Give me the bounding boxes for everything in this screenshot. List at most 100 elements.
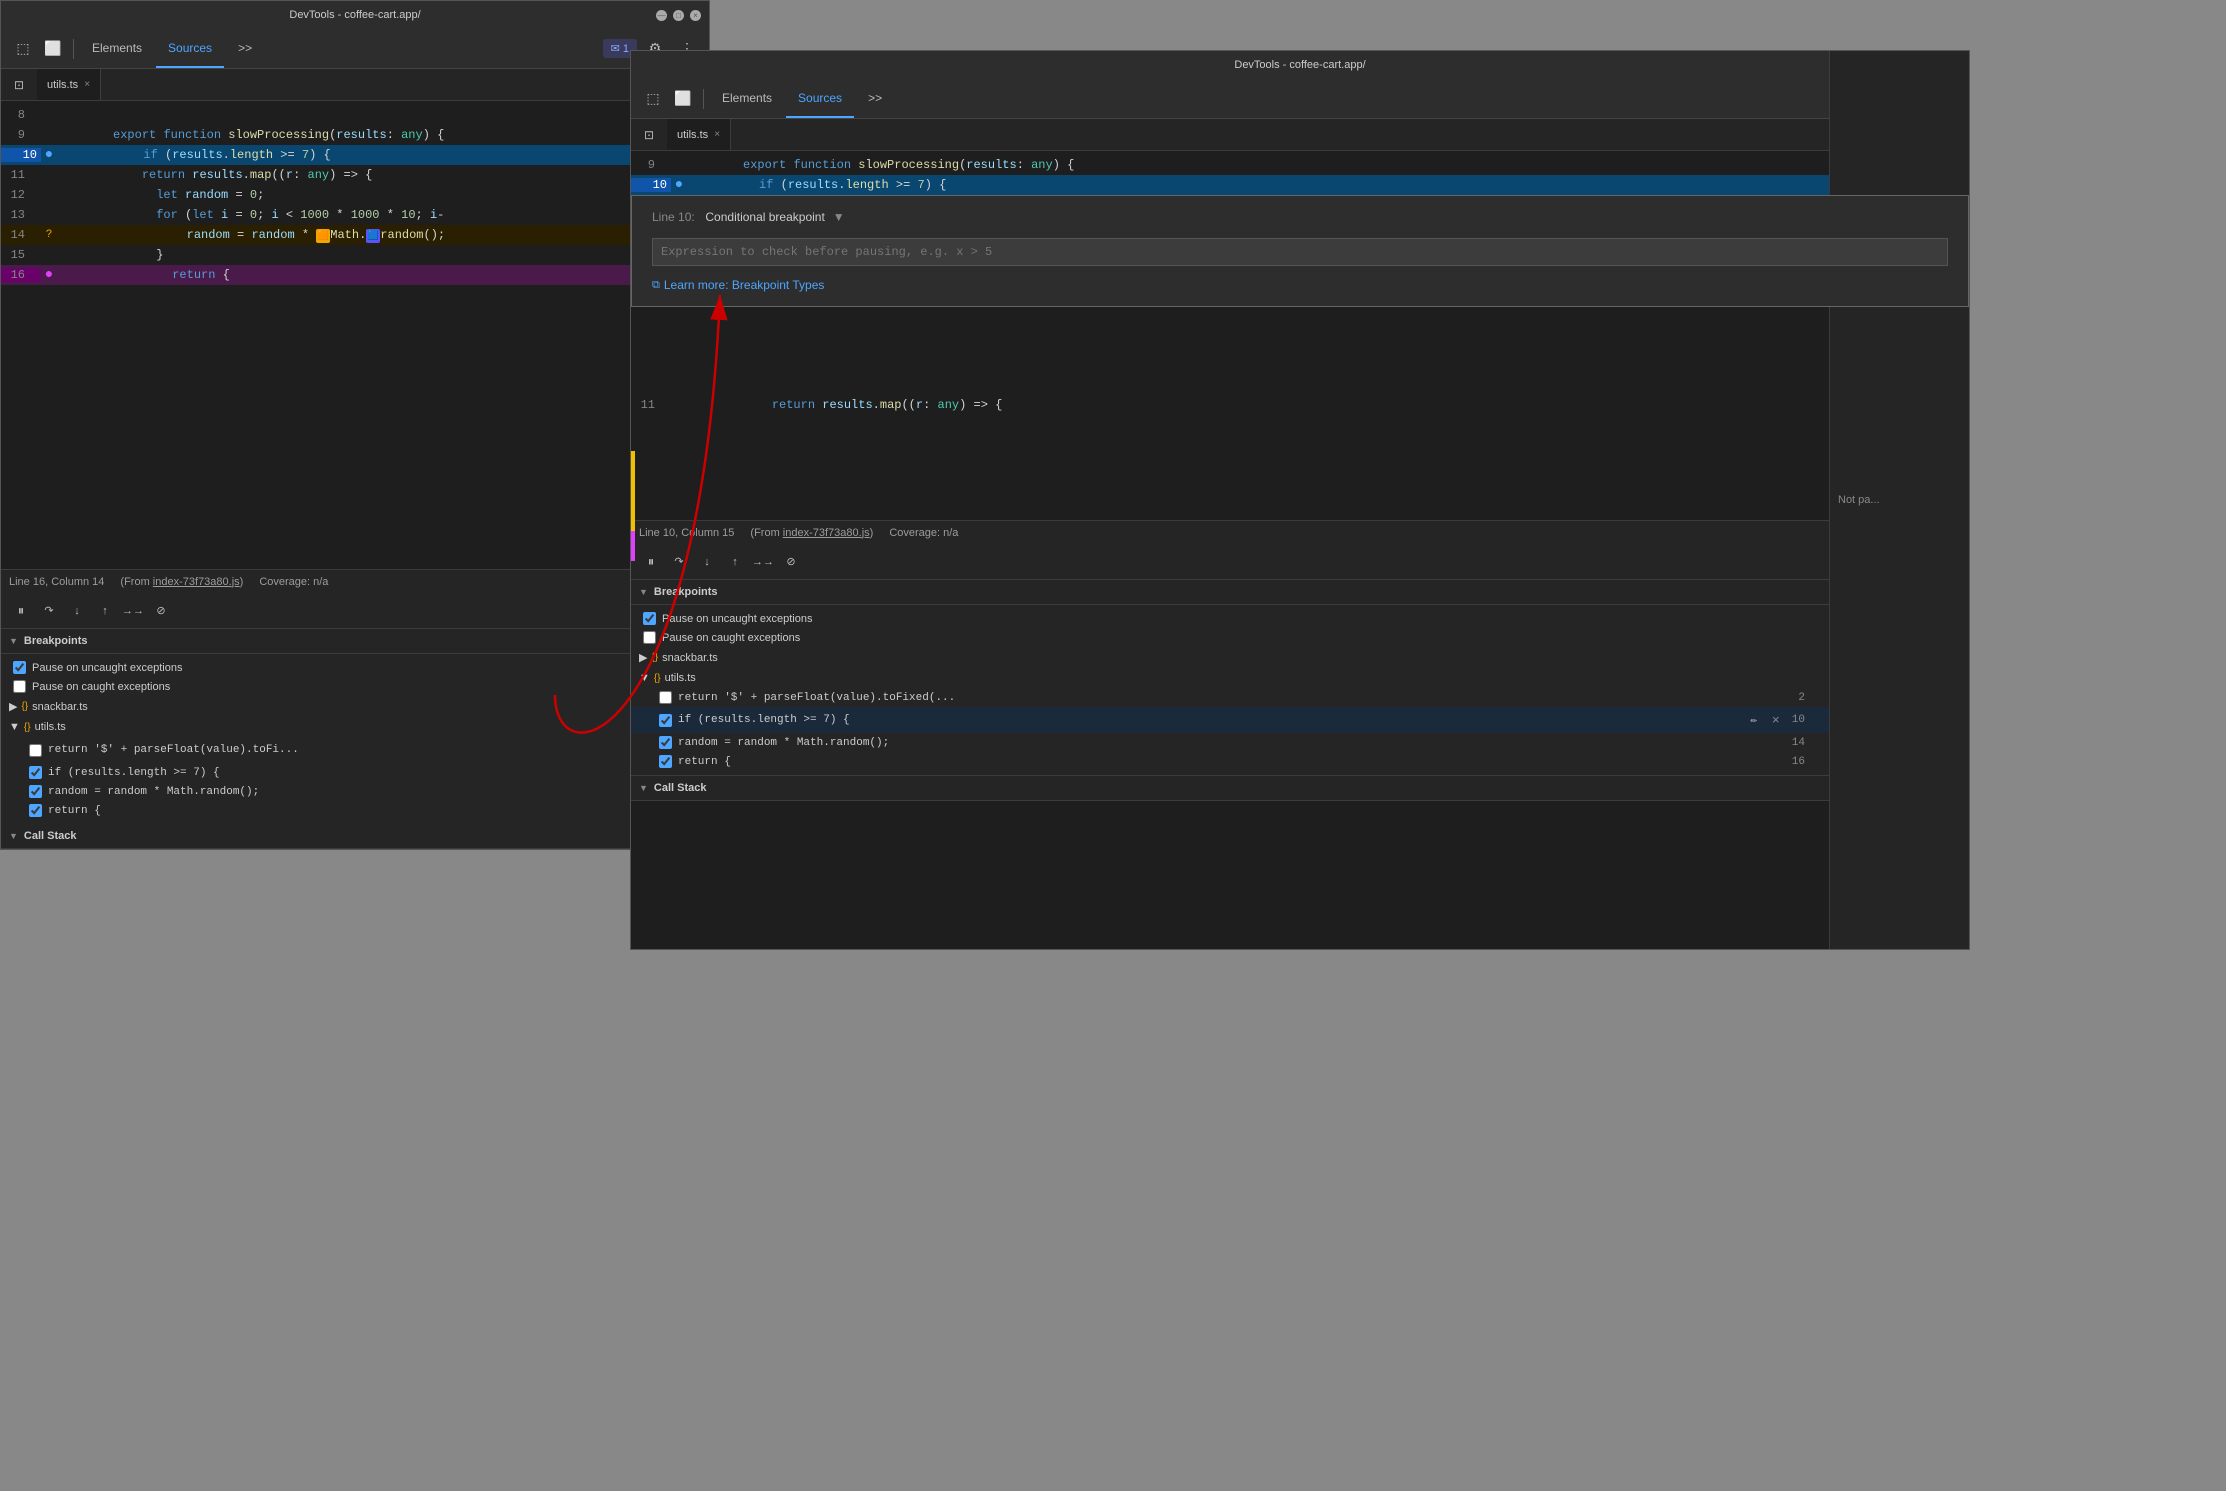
breakpoints-title-front: Breakpoints [654,586,718,598]
cursor-position-front: Line 10, Column 15 [639,527,734,539]
line-code-16: return { [57,254,230,296]
bp-item-2-back: if (results.length >= 7) { 10 [1,763,709,782]
file-group-snackbar-back[interactable]: ▶ {} snackbar.ts [1,696,709,717]
callstack-chevron-front: ▼ [639,783,648,793]
inspect-icon-back[interactable]: ⬚ [9,35,37,63]
minimize-btn-back[interactable]: — [656,10,667,21]
step-out-btn-back[interactable]: ↑ [93,599,117,623]
tab-sources-back[interactable]: Sources [156,29,224,68]
breakpoints-panel-back: ▼ Breakpoints Pause on uncaught exceptio… [1,629,709,824]
breakpoints-scroll-front[interactable]: ▼ Breakpoints Pause on uncaught exceptio… [631,580,1829,949]
file-group-snackbar-front[interactable]: ▶ {} snackbar.ts [631,647,1829,668]
bp-check-1-back[interactable] [29,744,42,757]
top-toolbar-front: ⬚ ⬜ Elements Sources >> ✉ 1 ⚙ ⋮ [631,79,1969,119]
pause-btn-front[interactable]: ⏸ [639,550,663,574]
pause-caught-check-back[interactable] [13,680,26,693]
bp-code-4-back: return { [48,805,101,817]
toolbar-sep1-front [703,89,704,109]
continue-btn-front[interactable]: →→ [751,550,775,574]
device-icon-back[interactable]: ⬜ [39,35,67,63]
bp-edit-btn-2-front[interactable]: ✏ [1744,710,1764,730]
line-num-8: 8 [1,108,41,122]
toolbar-sep1-back [73,39,74,59]
breakpoints-body-front: Pause on uncaught exceptions Pause on ca… [631,605,1829,775]
step-over-btn-back[interactable]: ↷ [37,599,61,623]
bp-item-1-back: return '$' + parseFloat(value).toFi... ✏… [1,737,709,763]
pause-uncaught-check-back[interactable] [13,661,26,674]
file-group-utils-back[interactable]: ▼ {} utils.ts [1,717,709,737]
utils-chevron-back: ▼ [9,721,20,733]
inspect-icon-front[interactable]: ⬚ [639,85,667,113]
pause-caught-row-front: Pause on caught exceptions [631,628,1829,647]
tab-sources-front[interactable]: Sources [786,79,854,118]
pause-caught-label-back: Pause on caught exceptions [32,681,170,693]
bp-check-4-back[interactable] [29,804,42,817]
no-stepping-btn-front[interactable]: ⊘ [779,550,803,574]
step-into-btn-back[interactable]: ↓ [65,599,89,623]
tab-elements-back[interactable]: Elements [80,29,154,68]
callstack-header-front[interactable]: ▼ Call Stack [631,776,1829,801]
step-out-btn-front[interactable]: ↑ [723,550,747,574]
close-file-tab-front[interactable]: × [714,129,720,140]
sidebar-toggle-back[interactable]: ⊡ [5,71,33,99]
coverage-front: Coverage: n/a [889,527,958,539]
step-over-btn-front[interactable]: ↷ [667,550,691,574]
bp-check-3-back[interactable] [29,785,42,798]
sidebar-toggle-front[interactable]: ⊡ [635,121,663,149]
code-line-10-front: 10 ● if (results.length >= 7) { [631,175,1969,195]
snackbar-filename-back: snackbar.ts [32,701,88,713]
bp-check-4-front[interactable] [659,755,672,768]
bp-check-2-front[interactable] [659,714,672,727]
utils-file-icon-back: {} [24,722,31,733]
callstack-header-back[interactable]: ▼ Call Stack [1,824,709,849]
learn-more-link[interactable]: Learn more: Breakpoint Types [664,278,825,292]
bp-check-3-front[interactable] [659,736,672,749]
tab-elements-front[interactable]: Elements [710,79,784,118]
snackbar-chevron-back: ▶ [9,700,17,713]
breakpoints-header-front[interactable]: ▼ Breakpoints [631,580,1829,605]
pause-caught-label-front: Pause on caught exceptions [662,632,800,644]
bp-num-2-front: 10 [1792,714,1805,726]
line-num-9-front: 9 [631,158,671,172]
callstack-title-back: Call Stack [24,830,77,842]
file-tab-utils-front[interactable]: utils.ts × [667,119,731,150]
right-panel-not-pa: Not pa... [1829,51,1969,949]
line-num-11: 11 [1,168,41,182]
pause-btn-back[interactable]: ⏸ [9,599,33,623]
source-link-back[interactable]: index-73f73a80.js [153,576,240,588]
popup-dropdown-icon[interactable]: ▼ [833,210,845,224]
bp-delete-btn-2-front[interactable]: × [1766,710,1786,730]
bp-code-2-front: if (results.length >= 7) { [678,714,1738,726]
pause-caught-check-front[interactable] [643,631,656,644]
source-link-front[interactable]: index-73f73a80.js [783,527,870,539]
bp-check-2-back[interactable] [29,766,42,779]
step-into-btn-front[interactable]: ↓ [695,550,719,574]
line-num-15: 15 [1,248,41,262]
breakpoints-header-back[interactable]: ▼ Breakpoints [1,629,709,654]
title-bar-front: DevTools - coffee-cart.app/ — □ × [631,51,1969,79]
status-bar-front: Line 10, Column 15 (From index-73f73a80.… [631,520,1969,544]
file-group-utils-front[interactable]: ▼ {} utils.ts [631,668,1829,688]
popup-breakpoint-type: Conditional breakpoint [705,210,824,224]
tab-more-back[interactable]: >> [226,29,264,68]
file-tabs-back: ⊡ utils.ts × [1,69,709,101]
breakpoints-panel-front: ▼ Breakpoints Pause on uncaught exceptio… [631,580,1829,776]
bp-item-4-front: return { 16 [631,752,1829,771]
file-tab-utils-back[interactable]: utils.ts × [37,69,101,100]
continue-btn-back[interactable]: →→ [121,599,145,623]
device-icon-front[interactable]: ⬜ [669,85,697,113]
line-num-13: 13 [1,208,41,222]
close-file-tab-back[interactable]: × [84,79,90,90]
bp-check-1-front[interactable] [659,691,672,704]
conditional-expression-input[interactable] [652,238,1948,266]
breakpoints-chevron-front: ▼ [639,587,648,597]
magenta-strip-front [631,531,635,561]
tab-more-front[interactable]: >> [856,79,894,118]
pause-uncaught-check-front[interactable] [643,612,656,625]
bp-code-2-back: if (results.length >= 7) { [48,767,220,779]
close-btn-back[interactable]: × [690,10,701,21]
snackbar-filename-front: snackbar.ts [662,652,718,664]
maximize-btn-back[interactable]: □ [673,10,684,21]
code-area-back: 8 9 export function slowProcessing(resul… [1,101,709,569]
no-stepping-btn-back[interactable]: ⊘ [149,599,173,623]
